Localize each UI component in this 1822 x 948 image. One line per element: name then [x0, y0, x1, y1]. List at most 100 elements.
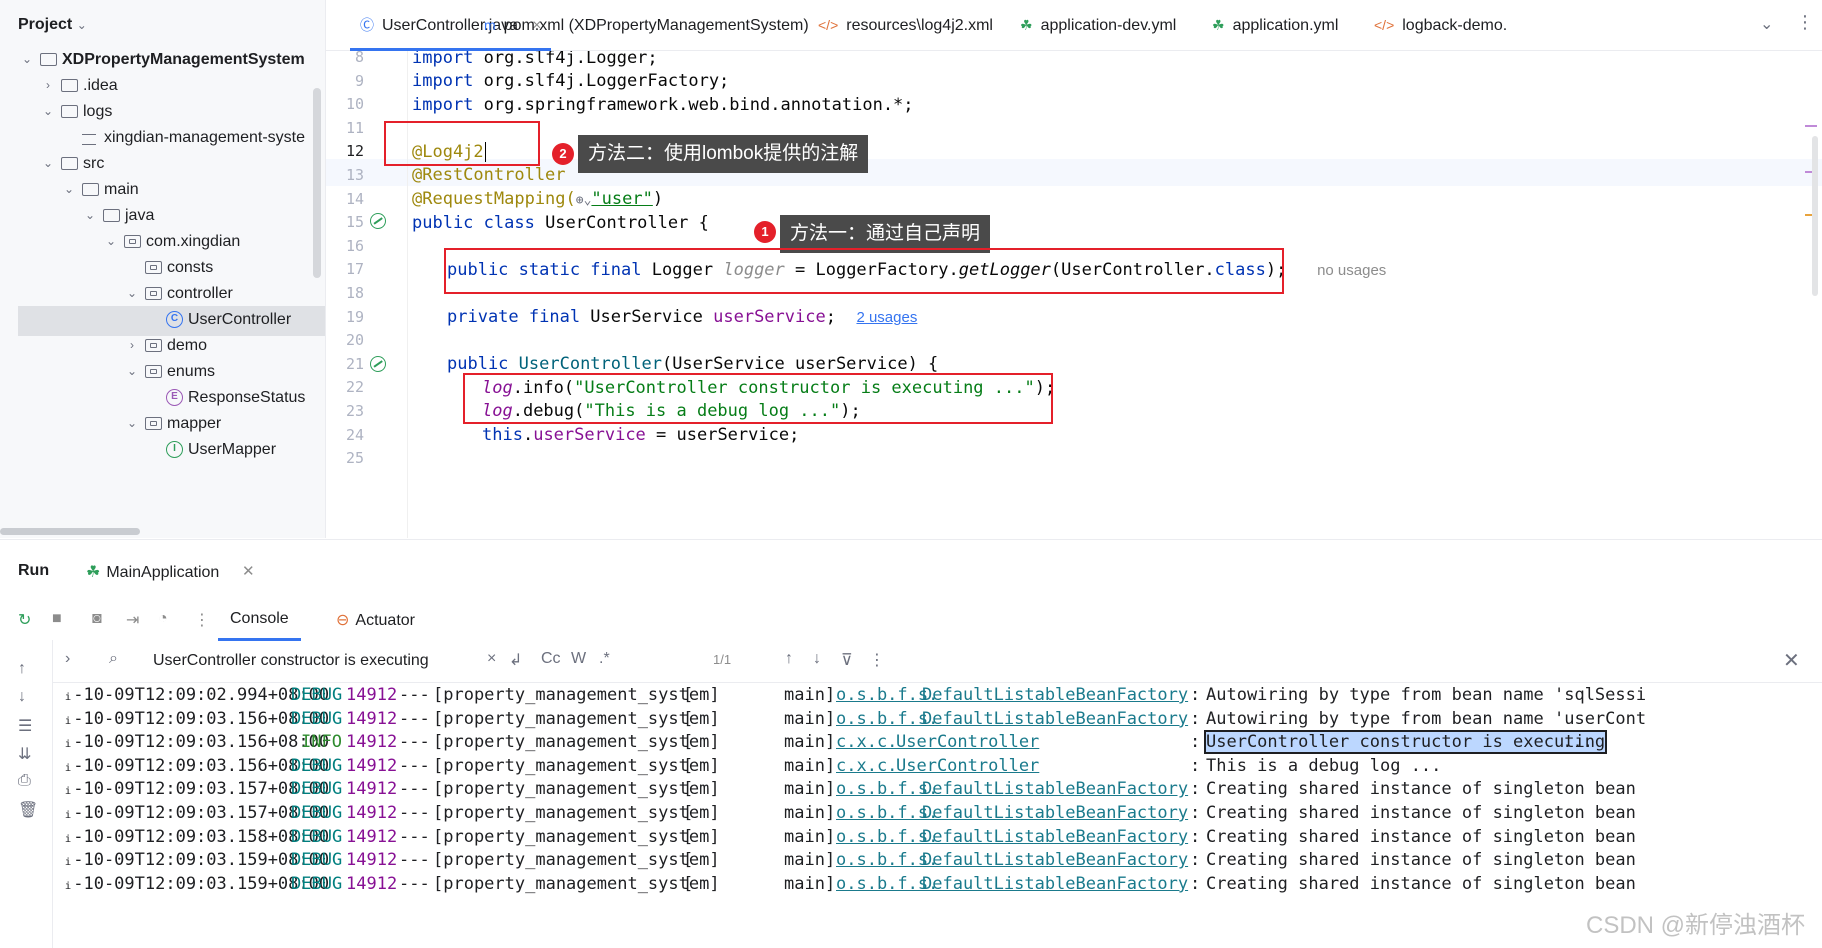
next-match-icon[interactable]: ↓ [813, 650, 821, 668]
tab-label: application.yml [1232, 17, 1339, 34]
tabs-dropdown-icon[interactable]: ⌄ [1760, 14, 1773, 34]
log-ts: ᵢ-10-09T12:09:02.994+08:00 [63, 685, 330, 705]
log-app: [property_management_system] [433, 732, 720, 753]
chevron-down-icon[interactable]: ⌄ [104, 234, 118, 248]
tab-resources-log4j2-xml[interactable]: </> resources\log4j2.xml [818, 0, 993, 50]
exit-icon[interactable]: ⇥ [126, 610, 139, 630]
actuator-icon: ⊖ [336, 612, 350, 629]
chevron-down-icon[interactable]: ⌄ [125, 286, 139, 300]
new-line-icon[interactable]: ↲ [509, 650, 522, 670]
tab-console[interactable]: Console [218, 610, 301, 641]
log-lvl: DEBUG [291, 873, 343, 894]
log-cls[interactable]: DefaultListableBeanFactory [922, 850, 1188, 870]
gauge-icon[interactable]: ◔ [158, 610, 168, 628]
tree-item[interactable]: I UserMapper [0, 436, 325, 466]
code-line-8: import org.slf4j.Logger; [412, 51, 658, 68]
log-colon: : [1190, 873, 1201, 894]
log-cls[interactable]: DefaultListableBeanFactory [922, 779, 1188, 799]
search-icon[interactable]: ⌕ [109, 650, 118, 668]
filter-icon[interactable]: ⊽ [841, 650, 853, 670]
project-vertical-scrollbar[interactable] [313, 88, 321, 278]
run-title: Run [18, 562, 50, 579]
match-case-toggle[interactable]: Cc [541, 650, 561, 668]
editor-vertical-scrollbar[interactable] [1812, 136, 1818, 296]
up-arrow-icon[interactable]: ↑ [18, 660, 26, 678]
log-ts: ᵢ-10-09T12:09:03.158+08:00 [63, 826, 330, 847]
stripe-mark[interactable] [1805, 125, 1817, 127]
log-br: [ [683, 850, 694, 871]
more-icon[interactable]: ⋮ [869, 650, 885, 670]
log-cls[interactable]: DefaultListableBeanFactory [922, 709, 1188, 729]
tab-pom-xml-xdpropertymanagementsystem-[interactable]: m pom.xml (XDPropertyManagementSystem) [484, 0, 809, 50]
annotation-box-log4j2 [384, 121, 540, 166]
chevron-down-icon[interactable]: ⌄ [62, 182, 76, 196]
package-icon [145, 261, 162, 274]
chevron-right-icon[interactable]: › [41, 78, 55, 92]
usages-link[interactable]: 2 usages [856, 309, 917, 326]
folder-icon [61, 157, 78, 170]
log-thr: main] [784, 779, 836, 800]
log-colon: : [1190, 779, 1201, 800]
watermark: CSDN @新停浊酒杯 [1586, 912, 1806, 939]
tab-application-yml[interactable]: ☘ application.yml [1212, 0, 1338, 50]
clear-icon[interactable]: × [487, 650, 496, 668]
search-input[interactable] [151, 648, 485, 674]
chevron-down-icon[interactable]: ⌄ [125, 416, 139, 430]
stop-icon[interactable]: ■ [52, 610, 62, 628]
log-sep: --- [399, 779, 430, 800]
line-number: 10 [345, 95, 364, 114]
spring-bean-gutter-icon[interactable] [370, 356, 386, 372]
log-cls[interactable]: DefaultListableBeanFactory [922, 803, 1188, 823]
log-pkg[interactable]: c.x.c. [836, 756, 897, 776]
chevron-right-icon[interactable]: › [125, 338, 139, 352]
tree-item-label: controller [167, 285, 233, 302]
down-arrow-icon[interactable]: ↓ [18, 688, 26, 706]
log-cls[interactable]: DefaultListableBeanFactory [922, 685, 1188, 705]
log-ts: ᵢ-10-09T12:09:03.157+08:00 [63, 779, 330, 800]
log-pid: 14912 [346, 779, 398, 800]
chevron-down-icon[interactable]: ⌄ [83, 208, 97, 222]
chevron-down-icon[interactable]: ⌄ [41, 156, 55, 170]
rerun-icon[interactable]: ↻ [18, 610, 31, 630]
log-pkg[interactable]: c.x.c. [836, 732, 897, 752]
tab-logback-demo-[interactable]: </> logback-demo. [1374, 0, 1507, 50]
scroll-to-end-icon[interactable]: ⇊ [18, 744, 31, 764]
log-br: [ [683, 779, 694, 800]
console-output[interactable]: ᵢ-10-09T12:09:02.994+08:00 DEBUG 14912 ---[… [53, 683, 1822, 948]
log-lvl: DEBUG [291, 708, 343, 729]
log-pid: 14912 [346, 850, 398, 871]
soft-wrap-icon[interactable]: ☰ [18, 716, 32, 736]
close-search-icon[interactable]: ✕ [1783, 648, 1800, 673]
class-icon: C [166, 311, 183, 328]
print-icon[interactable]: ⎙ [18, 772, 31, 790]
log-cls[interactable]: UserController [896, 732, 1039, 752]
code-editor[interactable]: 8 9 10 11 12 13 14 15 16 17 18 19 20 21 22 23 24 25 impor… [326, 51, 1822, 538]
log-br: [ [683, 732, 694, 753]
whole-words-toggle[interactable]: W [571, 650, 586, 668]
tab-actuator[interactable]: ⊖ Actuator [336, 610, 415, 630]
project-horizontal-scrollbar[interactable] [0, 528, 140, 535]
chevron-down-icon[interactable]: ⌄ [20, 52, 34, 66]
tree-item-label: UserMapper [188, 441, 277, 458]
chevron-right-icon[interactable]: › [65, 650, 70, 668]
log-cls[interactable]: DefaultListableBeanFactory [922, 874, 1188, 894]
spring-bean-gutter-icon[interactable] [370, 213, 386, 229]
tab-application-dev-yml[interactable]: ☘ application-dev.yml [1020, 0, 1176, 50]
chevron-down-icon[interactable]: ⌄ [125, 364, 139, 378]
trash-icon[interactable]: 🗑 [18, 800, 38, 820]
prev-match-icon[interactable]: ↑ [785, 650, 793, 668]
chevron-down-icon[interactable]: ⌄ [41, 104, 55, 118]
package-icon [145, 287, 162, 300]
run-config-tab[interactable]: ☘ MainApplication [86, 562, 219, 582]
tabs-more-icon[interactable]: ⋮ [1796, 12, 1814, 33]
close-icon[interactable]: ✕ [242, 562, 255, 580]
camera-icon[interactable]: ◙ [92, 610, 102, 628]
log-cls[interactable]: DefaultListableBeanFactory [922, 827, 1188, 847]
console-side-toolbar: ↑ ↓ ☰ ⇊ ⎙ 🗑 [0, 640, 53, 948]
log-cls[interactable]: UserController [896, 756, 1039, 776]
regex-toggle[interactable]: .* [599, 650, 610, 668]
log-line: ᵢ-10-09T12:09:03.157+08:00 DEBUG 14912 ---[… [63, 803, 1822, 827]
more-icon[interactable]: ⋮ [194, 610, 210, 630]
project-header[interactable]: Project ⌄ [18, 16, 87, 34]
log-line: ᵢ-10-09T12:09:03.156+08:00 DEBUG 14912 ---[… [63, 709, 1822, 733]
